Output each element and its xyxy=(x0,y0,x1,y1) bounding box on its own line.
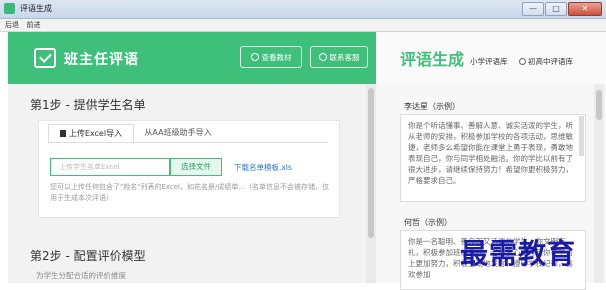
student-name: 李达星（示例） xyxy=(404,102,460,111)
tab-excel-import-label: 上传Excel导入 xyxy=(68,129,123,138)
student-name: 何哲（示例） xyxy=(404,218,452,227)
comments-scrollbar[interactable] xyxy=(594,84,604,283)
menu-back[interactable]: 后退 xyxy=(5,21,19,29)
app-icon xyxy=(4,3,15,14)
refresh-circle-icon xyxy=(318,53,327,61)
choose-file-button[interactable]: 选择文件 xyxy=(170,158,222,176)
check-logo-icon xyxy=(34,48,56,68)
tab-divider xyxy=(48,142,328,143)
primary-library-label: 小学评语库 xyxy=(470,57,508,66)
scrollbar-thumb[interactable] xyxy=(596,90,602,120)
comment-text: 你是个听话懂事、善解人意、诚实活泼的学生，听从老师的安排，积极参加学校的各项活动… xyxy=(408,121,573,185)
window-titlebar: 评语生成 — □ ✕ xyxy=(0,0,606,19)
step2-title: 第2步 - 配置评价模型 xyxy=(30,249,146,263)
middle-library-label: 初高中评语库 xyxy=(528,57,573,66)
middle-library-option[interactable]: 初高中评语库 xyxy=(519,56,573,67)
upload-icon xyxy=(59,130,66,137)
upload-note: 您可以上传任何包含了"姓名"列表的Excel，如花名册/成绩单...（名单信息不… xyxy=(50,183,330,202)
comment-panel-title: 评语生成 xyxy=(400,50,465,69)
comment-scrollbar[interactable] xyxy=(579,116,584,156)
file-path-input[interactable]: 上传学生名单Excel xyxy=(50,158,170,176)
minimize-button[interactable]: — xyxy=(522,2,544,16)
menu-forward[interactable]: 前进 xyxy=(27,21,41,29)
config-scrollbar[interactable] xyxy=(366,84,376,283)
view-materials-label: 查看教材 xyxy=(261,53,292,62)
close-button[interactable]: ✕ xyxy=(568,2,602,16)
step1-title: 第1步 - 提供学生名单 xyxy=(30,98,146,112)
scrollbar-thumb[interactable] xyxy=(368,88,374,238)
download-template-link[interactable]: 下载名单模板.xls xyxy=(234,162,292,173)
brand-name: 班主任评语 xyxy=(64,52,139,68)
plus-circle-icon xyxy=(250,53,259,61)
window-controls: — □ ✕ xyxy=(521,2,602,16)
radio-icon xyxy=(519,58,526,65)
watermark-logo: 最需教育 xyxy=(460,237,577,270)
window-title: 评语生成 xyxy=(20,4,52,13)
contact-support-button[interactable]: 联系客服 xyxy=(310,46,368,68)
step2-subtitle: 为学生分配合适的评价维度 xyxy=(36,271,126,280)
maximize-button[interactable]: □ xyxy=(545,2,567,16)
tab-aa-import[interactable]: 从AA班级助手导入 xyxy=(136,124,220,142)
comment-textarea[interactable]: 你是个听话懂事、善解人意、诚实活泼的学生，听从老师的安排，积极参加学校的各项活动… xyxy=(400,114,586,202)
primary-library-option[interactable]: 小学评语库 xyxy=(470,56,508,67)
comment-panel-header: 评语生成 小学评语库 初高中评语库 xyxy=(376,32,606,85)
app-header: 班主任评语 查看教材 联系客服 xyxy=(8,32,376,84)
view-materials-button[interactable]: 查看教材 xyxy=(240,46,302,68)
menu-bar: 后退 前进 xyxy=(0,19,606,32)
tab-excel-import[interactable]: 上传Excel导入 xyxy=(48,124,134,143)
contact-support-label: 联系客服 xyxy=(329,53,360,62)
